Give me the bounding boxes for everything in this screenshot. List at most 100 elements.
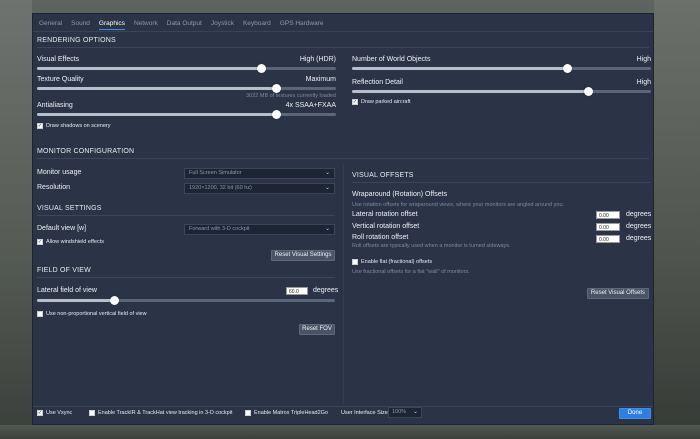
tab-joystick[interactable]: Joystick — [211, 18, 234, 30]
tab-sound[interactable]: Sound — [71, 18, 90, 30]
lateral-fov-fill — [37, 299, 115, 302]
lateral-rotation-unit: degrees — [626, 211, 652, 218]
vertical-rotation-label: Vertical rotation offset — [352, 223, 420, 230]
reflection-detail-label: Reflection Detail — [352, 79, 403, 86]
tab-graphics[interactable]: Graphics — [98, 18, 125, 30]
monitor-usage-value: Full Screen Simulator — [189, 170, 242, 176]
resolution-select[interactable]: 1920×1200, 32 bit (60 hz) ⌄ — [184, 183, 335, 194]
roll-rotation-input[interactable]: 0.00 — [596, 235, 620, 243]
trackir-label: Enable TrackIR & TrackHat view tracking … — [98, 410, 233, 416]
draw-shadows-checkbox[interactable]: ✓ Draw shadows on scenery — [37, 123, 111, 129]
chevron-down-icon: ⌄ — [324, 226, 330, 232]
antialiasing-thumb[interactable] — [272, 110, 282, 119]
ui-size-label: User Interface Size — [341, 410, 388, 416]
resolution-label: Resolution — [37, 184, 71, 191]
tab-general[interactable]: General — [39, 18, 62, 30]
antialiasing-label: Antialiasing — [37, 102, 73, 109]
monitor-usage-select[interactable]: Full Screen Simulator ⌄ — [184, 168, 335, 179]
monitor-usage-label: Monitor usage — [37, 169, 82, 176]
flat-offsets-checkbox[interactable]: Enable flat (fractional) offsets — [352, 259, 432, 265]
vertical-rotation-input[interactable]: 0.00 — [596, 223, 620, 231]
world-objects-slider[interactable] — [352, 64, 651, 73]
rendering-divider — [37, 47, 649, 48]
visual-effects-thumb[interactable] — [257, 64, 267, 73]
lateral-rotation-label: Lateral rotation offset — [352, 211, 418, 218]
settings-window: General Sound Graphics Network Data Outp… — [32, 13, 654, 425]
reflection-detail-slider[interactable] — [352, 87, 651, 96]
texture-quality-thumb[interactable] — [272, 84, 282, 93]
lateral-fov-input[interactable]: 60.0 — [286, 287, 308, 295]
flat-offsets-description: Use fractional offsets for a flat "wall"… — [352, 269, 470, 275]
lateral-fov-thumb[interactable] — [110, 296, 120, 305]
world-objects-fill — [352, 67, 568, 70]
roll-rotation-description: Roll offsets are typically used when a m… — [352, 243, 511, 249]
tabs-divider — [33, 31, 653, 32]
chevron-down-icon: ⌄ — [324, 185, 330, 191]
reflection-detail-fill — [352, 90, 589, 93]
world-objects-thumb[interactable] — [563, 64, 573, 73]
draw-shadows-label: Draw shadows on scenery — [46, 123, 111, 129]
vsync-label: Use Vsync — [46, 410, 73, 416]
texture-memory-note: 3022 MB of textures currently loaded — [246, 93, 336, 99]
lateral-fov-unit: degrees — [313, 287, 339, 294]
visual-effects-fill — [37, 67, 262, 70]
field-of-view-title: FIELD OF VIEW — [37, 267, 91, 274]
footer-divider — [33, 406, 653, 407]
checkbox-empty-icon — [245, 410, 251, 416]
resolution-value: 1920×1200, 32 bit (60 hz) — [189, 185, 252, 191]
checkmark-icon: ✓ — [352, 98, 358, 105]
reset-visual-offsets-button[interactable]: Reset Visual Offsets — [587, 288, 649, 299]
background-bottom — [0, 425, 700, 439]
tab-network[interactable]: Network — [134, 18, 158, 30]
visual-effects-slider[interactable] — [37, 64, 336, 73]
background-left — [0, 0, 32, 439]
monitor-config-title: MONITOR CONFIGURATION — [37, 148, 135, 155]
texture-quality-slider[interactable] — [37, 84, 336, 93]
world-objects-value: High — [636, 56, 651, 63]
roll-rotation-label: Roll rotation offset — [352, 234, 409, 241]
windshield-effects-label: Allow windshield effects — [46, 239, 104, 245]
checkmark-icon: ✓ — [37, 238, 43, 245]
chevron-down-icon: ⌄ — [412, 409, 418, 415]
checkmark-icon: ✓ — [37, 122, 43, 129]
vsync-checkbox[interactable]: ✓ Use Vsync — [37, 410, 72, 416]
tab-bar: General Sound Graphics Network Data Outp… — [39, 18, 324, 30]
vertical-rotation-unit: degrees — [626, 223, 652, 230]
non-proportional-fov-label: Use non-proportional vertical field of v… — [46, 311, 147, 317]
texture-quality-fill — [37, 87, 277, 90]
checkbox-empty-icon — [352, 259, 358, 265]
reset-fov-button[interactable]: Reset FOV — [299, 324, 335, 335]
default-view-select[interactable]: Forward with 3-D cockpit ⌄ — [184, 224, 335, 235]
antialiasing-slider[interactable] — [37, 110, 336, 119]
trackir-checkbox[interactable]: Enable TrackIR & TrackHat view tracking … — [89, 410, 233, 416]
world-objects-label: Number of World Objects — [352, 56, 431, 63]
windshield-effects-checkbox[interactable]: ✓ Allow windshield effects — [37, 239, 104, 245]
visual-effects-value: High (HDR) — [299, 56, 336, 63]
roll-rotation-unit: degrees — [626, 235, 652, 242]
matrox-checkbox[interactable]: Enable Matrox TripleHead2Go — [245, 410, 328, 416]
non-proportional-fov-checkbox[interactable]: Use non-proportional vertical field of v… — [37, 311, 147, 317]
visual-effects-label: Visual Effects — [37, 56, 80, 63]
visual-settings-title: VISUAL SETTINGS — [37, 205, 102, 212]
rendering-options-title: RENDERING OPTIONS — [37, 37, 116, 44]
tab-gps-hardware[interactable]: GPS Hardware — [280, 18, 324, 30]
draw-parked-checkbox[interactable]: ✓ Draw parked aircraft — [352, 99, 411, 105]
antialiasing-fill — [37, 113, 277, 116]
lateral-fov-label: Lateral field of view — [37, 287, 97, 294]
reflection-detail-thumb[interactable] — [584, 87, 594, 96]
default-view-label: Default view [w] — [37, 225, 87, 232]
lateral-fov-slider[interactable] — [37, 296, 335, 305]
fov-divider — [37, 277, 335, 278]
ui-size-select[interactable]: 100% ⌄ — [388, 407, 422, 418]
wraparound-description: Use rotation offsets for wraparound view… — [352, 202, 565, 208]
reset-visual-settings-button[interactable]: Reset Visual Settings — [271, 250, 335, 261]
wraparound-title: Wraparound (Rotation) Offsets — [352, 191, 448, 198]
done-button[interactable]: Done — [619, 408, 651, 419]
lateral-rotation-input[interactable]: 0.00 — [596, 211, 620, 219]
tab-keyboard[interactable]: Keyboard — [243, 18, 271, 30]
monitor-divider — [37, 158, 649, 159]
matrox-label: Enable Matrox TripleHead2Go — [254, 410, 328, 416]
texture-quality-label: Texture Quality — [37, 76, 84, 83]
tab-data-output[interactable]: Data Output — [167, 18, 202, 30]
column-divider — [343, 164, 344, 404]
